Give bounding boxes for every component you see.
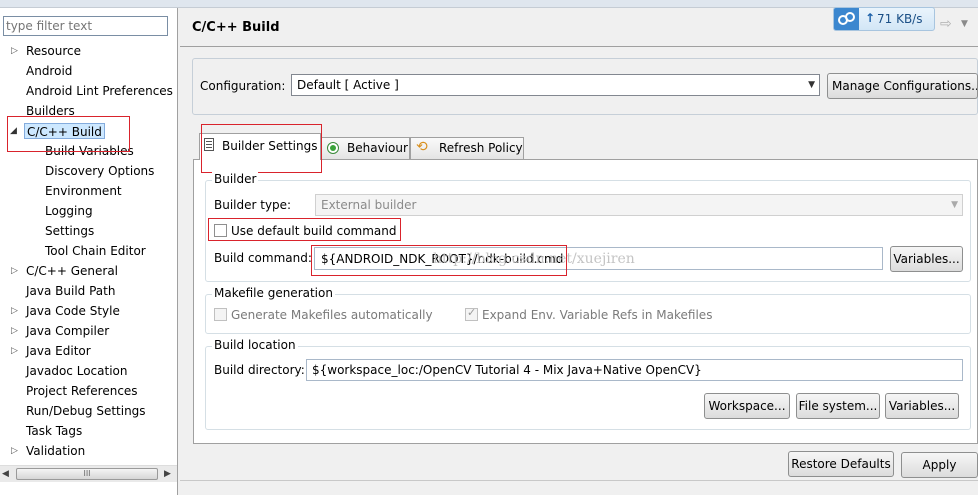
tree-item-label: Build Variables	[45, 144, 134, 158]
scroll-right-arrow-icon[interactable]: ▶	[164, 469, 171, 479]
title-separator	[180, 46, 978, 47]
manage-configurations-button[interactable]: Manage Configurations...	[827, 73, 978, 99]
scrollbar-thumb[interactable]: III	[16, 468, 158, 480]
generate-makefiles-label: Generate Makefiles automatically	[231, 308, 433, 322]
network-speed-value: 71 KB/s	[877, 12, 923, 26]
tab-label: Refresh Policy	[439, 141, 523, 155]
tab-refresh-policy[interactable]: ⟲ Refresh Policy	[410, 137, 524, 159]
tab-builder-settings[interactable]: Builder Settings	[199, 133, 321, 160]
expand-arrow-icon[interactable]: ▷	[11, 321, 18, 341]
horizontal-scrollbar[interactable]: ◀ III ▶	[0, 465, 177, 482]
scroll-grip-icon: III	[83, 469, 91, 478]
file-system-button[interactable]: File system...	[796, 393, 880, 419]
tree-item-label: Android Lint Preferences	[26, 84, 173, 98]
tree-item-label: Java Code Style	[26, 304, 120, 318]
builder-type-label: Builder type:	[214, 198, 292, 212]
checkbox-icon[interactable]	[214, 224, 227, 237]
build-location-group-title: Build location	[212, 338, 298, 352]
build-directory-input[interactable]: ${workspace_loc:/OpenCV Tutorial 4 - Mix…	[306, 359, 963, 381]
forward-arrow-icon[interactable]: ⇨	[940, 16, 952, 32]
network-speed-widget: ↑ 71 KB/s	[833, 7, 935, 31]
cloud-icon	[834, 8, 859, 30]
tree-item-label: Android	[26, 64, 73, 78]
tree-item-label: Javadoc Location	[26, 364, 128, 378]
tree-item-label: Discovery Options	[45, 164, 155, 178]
watermark-text: http://blog.csdn.net/xuejiren	[433, 251, 635, 267]
builder-variables-button[interactable]: Variables...	[890, 246, 963, 272]
tree-item-label: Builders	[26, 104, 75, 118]
builder-group-title: Builder	[212, 172, 259, 186]
tree-item-label: Resource	[26, 44, 82, 58]
builder-type-select: External builder ▼	[315, 194, 963, 216]
apply-button[interactable]: Apply	[901, 452, 978, 478]
builder-type-value: External builder	[321, 198, 417, 212]
tree-item-label: Tool Chain Editor	[45, 244, 146, 258]
checkbox-checked-icon: ✓	[465, 306, 478, 321]
generate-makefiles-checkbox: Generate Makefiles automatically	[214, 308, 433, 322]
tree-item-label: C/C++ General	[26, 264, 119, 278]
tree-item-cpp-build[interactable]: ◢ C/C++ Build	[0, 121, 177, 141]
expand-arrow-icon[interactable]: ▷	[11, 261, 18, 281]
build-command-input[interactable]: ${ANDROID_NDK_ROOT}/ndk-build.cmd http:/…	[314, 247, 883, 270]
use-default-checkbox[interactable]: Use default build command	[214, 224, 397, 238]
makefile-group-title: Makefile generation	[212, 286, 335, 300]
expand-arrow-icon[interactable]: ▷	[11, 441, 18, 461]
link-icon	[838, 12, 855, 25]
configuration-select-value: Default [ Active ]	[297, 78, 399, 92]
tree-item-label: Run/Debug Settings	[26, 404, 146, 418]
tree-item-label: Validation	[26, 444, 86, 458]
upload-arrow-icon: ↑	[865, 11, 876, 25]
tab-behaviour[interactable]: Behaviour	[321, 137, 410, 159]
filter-input[interactable]	[3, 16, 168, 36]
radio-icon	[327, 142, 339, 154]
tab-label: Behaviour	[347, 141, 408, 155]
tree-item-label: Environment	[45, 184, 122, 198]
window-top-edge	[0, 0, 978, 8]
config-label: Configuration:	[200, 79, 286, 93]
expand-arrow-icon[interactable]: ▷	[11, 41, 18, 61]
tree-item-label: Project References	[26, 384, 138, 398]
checkbox-icon	[214, 308, 227, 321]
restore-defaults-button[interactable]: Restore Defaults	[788, 451, 894, 477]
tree-item-label: Java Build Path	[26, 284, 116, 298]
scroll-left-arrow-icon[interactable]: ◀	[2, 469, 9, 479]
use-default-label: Use default build command	[231, 224, 397, 238]
sidebar: ▷ Resource Android Android Lint Preferenc…	[0, 8, 178, 495]
chevron-down-icon: ▼	[808, 80, 815, 90]
tree: ▷ Resource Android Android Lint Preferenc…	[0, 41, 177, 461]
collapse-arrow-icon[interactable]: ◢	[10, 121, 17, 141]
tab-label: Builder Settings	[222, 139, 318, 153]
tree-item-label: Settings	[45, 224, 95, 238]
build-directory-value: ${workspace_loc:/OpenCV Tutorial 4 - Mix…	[312, 363, 702, 377]
tree-item-label: Logging	[45, 204, 93, 218]
configuration-select[interactable]: Default [ Active ] ▼	[291, 74, 820, 96]
expand-arrow-icon[interactable]: ▷	[11, 301, 18, 321]
expand-env-vars-label: Expand Env. Variable Refs in Makefiles	[482, 308, 713, 322]
build-directory-label: Build directory:	[214, 363, 305, 377]
document-icon	[204, 138, 214, 151]
workspace-button[interactable]: Workspace...	[704, 393, 790, 419]
page-title: C/C++ Build	[192, 20, 280, 35]
expand-env-vars-checkbox: ✓ Expand Env. Variable Refs in Makefiles	[465, 306, 713, 322]
tree-item-label: Java Compiler	[26, 324, 110, 338]
tree-item-label: Task Tags	[26, 424, 83, 438]
build-command-label: Build command:	[214, 251, 312, 265]
expand-arrow-icon[interactable]: ▷	[11, 341, 18, 361]
nav-menu-icon[interactable]: ▼	[961, 19, 968, 29]
tree-item-label: Java Editor	[26, 344, 91, 358]
tree-item-label: C/C++ Build	[24, 123, 105, 139]
chevron-down-icon: ▼	[951, 200, 958, 210]
location-variables-button[interactable]: Variables...	[885, 393, 959, 419]
refresh-icon: ⟲	[416, 139, 428, 155]
footer-separator	[180, 480, 978, 481]
